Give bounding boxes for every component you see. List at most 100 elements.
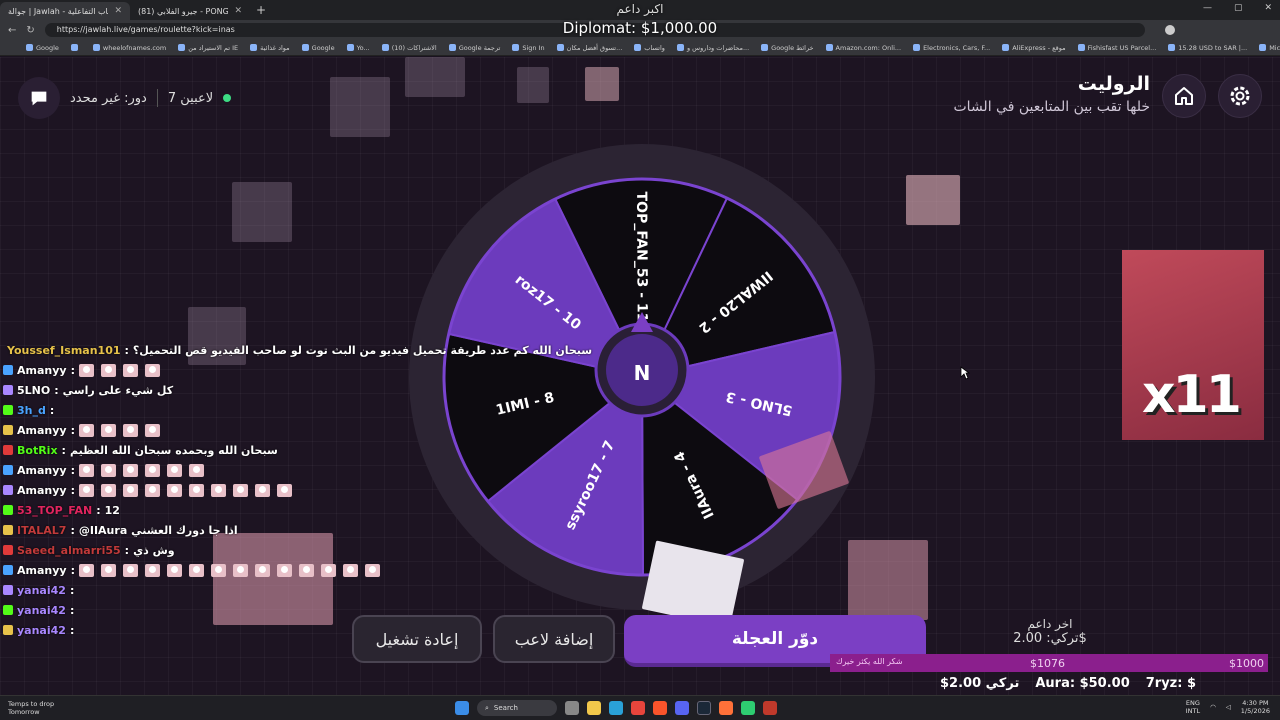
bookmark-item[interactable] xyxy=(70,44,81,51)
chat-emote-icon xyxy=(144,423,160,437)
bookmark-item[interactable]: مواد غذائية xyxy=(250,43,290,52)
chat-username[interactable]: 53_TOP_FAN xyxy=(17,504,92,517)
chat-username[interactable]: yanai42 xyxy=(17,584,66,597)
bookmark-item[interactable]: Fishisfast US Parcel... xyxy=(1077,44,1156,52)
roulette-wheel[interactable]: TOP_FAN_53 - 11 IIWAL20 - 25LNO - 3IIAura… xyxy=(407,142,877,612)
bookmark-item[interactable]: Google xyxy=(26,44,59,52)
chat-message: Amanyy: xyxy=(0,560,400,580)
wifi-icon[interactable]: ◠ xyxy=(1210,703,1216,711)
close-window-icon[interactable]: ✕ xyxy=(1264,3,1272,13)
url-input[interactable]: https://jawlah.live/games/roulette?kick=… xyxy=(44,23,1145,37)
chat-username[interactable]: Amanyy xyxy=(17,484,67,497)
task-view-icon[interactable] xyxy=(565,701,579,715)
settings-button[interactable] xyxy=(1218,74,1262,118)
close-tab-icon[interactable]: ✕ xyxy=(234,6,242,16)
chat-emote-icon xyxy=(78,563,94,577)
gear-icon xyxy=(1230,86,1250,106)
bookmark-favicon-icon xyxy=(381,44,389,51)
chat-message: Amanyy: xyxy=(0,360,400,380)
add-player-button[interactable]: إضافة لاعب xyxy=(493,615,615,663)
volume-icon[interactable]: ◁ xyxy=(1226,703,1231,711)
floating-image xyxy=(330,77,390,137)
chat-username[interactable]: Youssef_Isman101 xyxy=(7,344,121,357)
bookmark-item[interactable]: (10) الاشتراكات xyxy=(381,44,437,52)
bookmark-item[interactable]: Google ترجمة xyxy=(448,44,500,52)
bookmark-item[interactable]: AliExpress - موقع xyxy=(1002,44,1066,52)
bookmark-label: Google xyxy=(311,43,335,52)
brave-icon[interactable] xyxy=(653,701,667,715)
back-icon[interactable]: ← xyxy=(8,25,16,36)
firefox-icon[interactable] xyxy=(719,701,733,715)
chat-emote-icon xyxy=(122,423,138,437)
bookmark-item[interactable]: Microsoft Learning xyxy=(1259,44,1280,52)
chat-separator: : xyxy=(69,623,75,637)
bookmark-item[interactable]: Google xyxy=(301,43,335,52)
windows-start-icon[interactable] xyxy=(455,701,469,715)
chat-username[interactable]: BotRix xyxy=(17,444,58,457)
bookmark-item[interactable]: Amazon.com: Onli... xyxy=(825,43,902,52)
app-icon[interactable] xyxy=(763,701,777,715)
chat-username[interactable]: yanai42 xyxy=(17,604,66,617)
chat-separator: : xyxy=(124,543,130,557)
language-indicator[interactable]: ENG INTL xyxy=(1186,699,1200,715)
bookmark-item[interactable]: تم الاستيراد من IE xyxy=(178,44,238,52)
chat-emote-icon xyxy=(188,483,204,497)
bookmark-label: Amazon.com: Onli... xyxy=(835,43,902,52)
maximize-icon[interactable]: ▢ xyxy=(1234,3,1243,13)
bookmark-item[interactable]: Google خرائط xyxy=(761,44,814,52)
bookmark-item[interactable]: واتساب xyxy=(634,44,665,52)
taskbar-search[interactable]: ⌕ Search xyxy=(477,700,557,716)
bookmark-favicon-icon xyxy=(676,44,684,51)
discord-icon[interactable] xyxy=(675,701,689,715)
bookmark-favicon-icon xyxy=(70,44,78,51)
chat-username[interactable]: Amanyy xyxy=(17,464,67,477)
chat-username[interactable]: yanai42 xyxy=(17,624,66,637)
page-title: الروليت xyxy=(1077,73,1150,95)
tab-jawlah[interactable]: جوالة | Jawlah - منصة الألعاب التفاعلية … xyxy=(0,2,130,20)
chat-emote-icon xyxy=(166,463,182,477)
bookmark-favicon-icon xyxy=(761,44,769,51)
chat-emote-icon xyxy=(276,563,292,577)
chat-username[interactable]: 3h_d xyxy=(17,404,46,417)
bookmark-item[interactable]: Sign In xyxy=(512,44,545,52)
bookmark-label: 15.28 USD to SAR |... xyxy=(1178,43,1248,52)
chat-username[interactable]: Saeed_almarri55 xyxy=(17,544,121,557)
bookmark-label: مواد غذائية xyxy=(260,43,290,52)
restart-button[interactable]: إعادة تشغيل xyxy=(352,615,482,663)
chat-username[interactable]: 5LNO xyxy=(17,384,50,397)
chat-toggle-button[interactable] xyxy=(18,77,60,119)
close-tab-icon[interactable]: ✕ xyxy=(114,6,122,16)
minimize-icon[interactable]: — xyxy=(1203,3,1212,13)
bookmark-item[interactable]: محاضرات وداروس و... xyxy=(676,44,749,52)
bookmark-item[interactable]: 15.28 USD to SAR |... xyxy=(1168,44,1247,52)
new-tab-icon[interactable]: + xyxy=(256,3,266,17)
chat-badge-icon xyxy=(3,585,13,595)
bookmark-item[interactable]: wheelofnames.com xyxy=(92,43,167,52)
bookmark-favicon-icon xyxy=(92,44,100,51)
bookmark-favicon-icon xyxy=(1002,44,1010,51)
weather-widget[interactable]: Temps to drop Tomorrow xyxy=(8,700,54,716)
chat-username[interactable]: Amanyy xyxy=(17,564,67,577)
system-tray: ENG INTL ◠ ◁ 4:30 PM 1/5/2026 xyxy=(1186,699,1270,715)
bookmark-item[interactable]: تسوق أفضل مكان... xyxy=(556,44,622,52)
chat-username[interactable]: ITALAL7 xyxy=(17,524,66,537)
app-icon[interactable] xyxy=(741,701,755,715)
chat-username[interactable]: Amanyy xyxy=(17,424,67,437)
tab-pong[interactable]: (81) جيرو الفلابي - PONG ✕ xyxy=(130,2,250,20)
bookmark-label: wheelofnames.com xyxy=(102,43,167,52)
clock[interactable]: 4:30 PM 1/5/2026 xyxy=(1241,699,1270,715)
bookmark-label: تم الاستيراد من IE xyxy=(188,43,239,52)
chat-text: وش ذي xyxy=(133,543,175,557)
chat-text: سبحان الله وبحمده سبحان الله العظيم xyxy=(69,443,278,457)
file-explorer-icon[interactable] xyxy=(587,701,601,715)
reload-icon[interactable]: ↻ xyxy=(26,25,34,36)
bookmark-item[interactable]: Electronics, Cars, F... xyxy=(913,44,990,52)
steam-icon[interactable] xyxy=(697,701,711,715)
chat-username[interactable]: Amanyy xyxy=(17,364,67,377)
bookmark-item[interactable]: Yo... xyxy=(346,44,370,52)
home-button[interactable] xyxy=(1162,74,1206,118)
lang-layout: INTL xyxy=(1185,707,1201,715)
edge-icon[interactable] xyxy=(609,701,623,715)
chrome-icon[interactable] xyxy=(631,701,645,715)
profile-icon[interactable] xyxy=(1164,25,1175,35)
